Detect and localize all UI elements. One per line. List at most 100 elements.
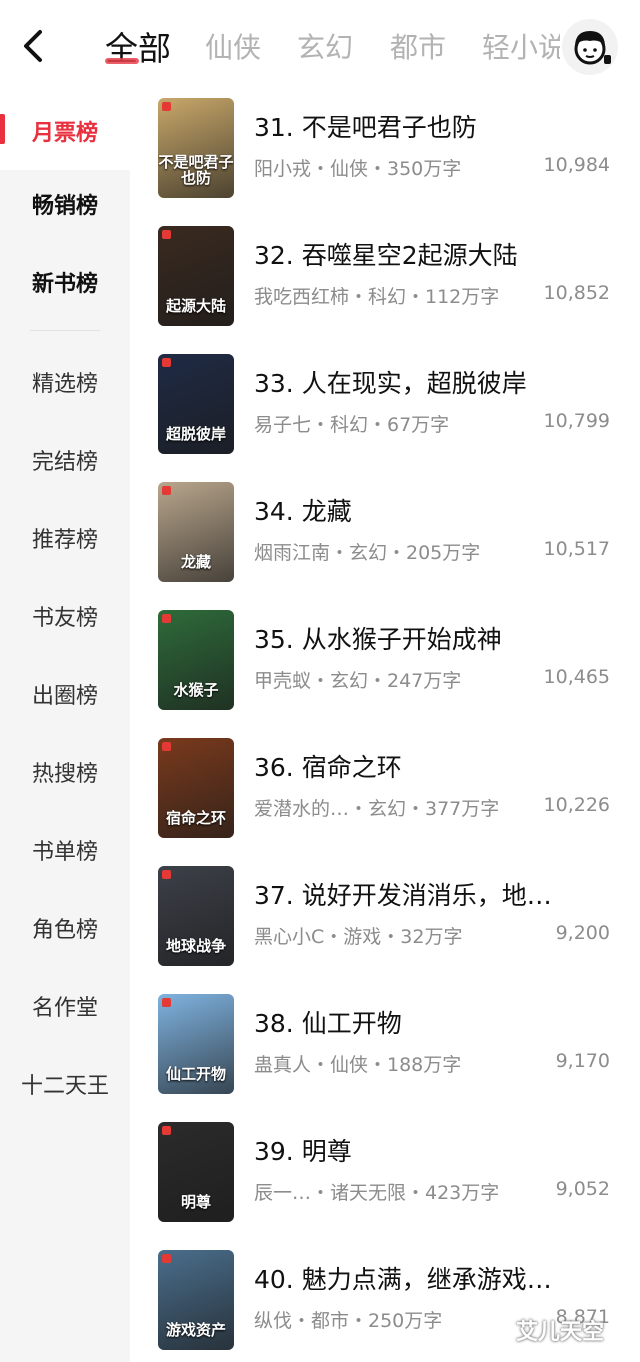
cover-title: 超脱彼岸: [165, 425, 226, 443]
book-row[interactable]: 水猴子 35. 从水猴子开始成神 甲壳蚁・玄幻・247万字 10,465: [130, 604, 640, 732]
tab-xianxia[interactable]: 仙侠: [205, 26, 261, 66]
book-cover[interactable]: 宿命之环: [158, 738, 234, 838]
category-tabs: 全部 仙侠 玄幻 都市 轻小说: [100, 0, 560, 92]
sidebar-item-characters[interactable]: 角色榜: [0, 889, 130, 967]
cover-title: 地球战争: [165, 937, 226, 955]
publisher-logo: [162, 486, 171, 495]
book-row[interactable]: 起源大陆 32. 吞噬星空2起源大陆 我吃西红柿・科幻・112万字 10,852: [130, 220, 640, 348]
active-indicator: [0, 114, 5, 144]
sidebar-item-bestseller[interactable]: 畅销榜: [0, 165, 130, 243]
user-avatar-icon: [574, 31, 611, 65]
book-row[interactable]: 地球战争 37. 说好开发消消乐，地… 黑心小C・游戏・32万字 9,200: [130, 860, 640, 988]
book-title: 35. 从水猴子开始成神: [254, 625, 502, 654]
book-meta: 纵伐・都市・250万字: [254, 1310, 443, 1332]
book-row[interactable]: 宿命之环 36. 宿命之环 爱潜水的…・玄幻・377万字 10,226: [130, 732, 640, 860]
publisher-logo: [162, 230, 171, 239]
publisher-logo: [162, 614, 171, 623]
book-title: 37. 说好开发消消乐，地…: [254, 881, 552, 910]
ticket-count: 10,984: [543, 154, 610, 176]
publisher-logo: [162, 358, 171, 367]
book-cover[interactable]: 起源大陆: [158, 226, 234, 326]
ticket-count: 10,517: [543, 538, 610, 560]
book-cover[interactable]: 游戏资产: [158, 1250, 234, 1350]
sidebar-item-label: 完结榜: [31, 450, 98, 475]
book-cover[interactable]: 龙藏: [158, 482, 234, 582]
book-row[interactable]: 不是吧君子也防 31. 不是吧君子也防 阳小戎・仙侠・350万字 10,984: [130, 92, 640, 220]
sidebar-item-featured[interactable]: 精选榜: [0, 343, 130, 421]
book-row[interactable]: 明尊 39. 明尊 辰一…・诸天无限・423万字 9,052: [130, 1116, 640, 1244]
book-cover[interactable]: 超脱彼岸: [158, 354, 234, 454]
sidebar-item-label: 书友榜: [31, 606, 98, 631]
book-row[interactable]: 超脱彼岸 33. 人在现实，超脱彼岸 易子七・科幻・67万字 10,799: [130, 348, 640, 476]
book-meta: 蛊真人・仙侠・188万字: [254, 1054, 462, 1076]
sidebar-item-label: 十二天王: [20, 1074, 109, 1099]
sidebar-item-hot-search[interactable]: 热搜榜: [0, 733, 130, 811]
sidebar-item-monthly-ticket[interactable]: 月票榜: [0, 92, 130, 170]
sidebar-item-breakout[interactable]: 出圈榜: [0, 655, 130, 733]
book-cover[interactable]: 仙工开物: [158, 994, 234, 1094]
book-row[interactable]: 龙藏 34. 龙藏 烟雨江南・玄幻・205万字 10,517: [130, 476, 640, 604]
publisher-logo: [162, 102, 171, 111]
book-title: 39. 明尊: [254, 1137, 352, 1166]
sidebar-item-label: 角色榜: [31, 918, 98, 943]
cover-title: 明尊: [180, 1193, 211, 1211]
book-ranking-list: 不是吧君子也防 31. 不是吧君子也防 阳小戎・仙侠・350万字 10,984 …: [130, 92, 640, 1362]
sidebar-item-label: 畅销榜: [31, 194, 98, 219]
cover-title: 游戏资产: [165, 1321, 226, 1339]
sidebar-item-readers[interactable]: 书友榜: [0, 577, 130, 655]
book-meta: 辰一…・诸天无限・423万字: [254, 1182, 500, 1204]
book-meta: 阳小戎・仙侠・350万字: [254, 158, 462, 180]
book-cover[interactable]: 明尊: [158, 1122, 234, 1222]
cover-title: 宿命之环: [165, 809, 226, 827]
active-tab-indicator: [105, 58, 139, 64]
tab-xuanhuan[interactable]: 玄幻: [297, 26, 353, 66]
back-button[interactable]: [14, 26, 50, 66]
sidebar-item-new-books[interactable]: 新书榜: [0, 243, 130, 321]
publisher-logo: [162, 870, 171, 879]
ticket-count: 9,200: [555, 922, 610, 944]
book-title: 36. 宿命之环: [254, 753, 402, 782]
sidebar-item-label: 热搜榜: [31, 762, 98, 787]
book-cover[interactable]: 不是吧君子也防: [158, 98, 234, 198]
cover-title: 水猴子: [173, 681, 219, 699]
ticket-count: 9,052: [555, 1178, 610, 1200]
book-row[interactable]: 仙工开物 38. 仙工开物 蛊真人・仙侠・188万字 9,170: [130, 988, 640, 1116]
tab-light-novel[interactable]: 轻小说: [482, 26, 560, 66]
publisher-logo: [162, 998, 171, 1007]
book-title: 34. 龙藏: [254, 497, 352, 526]
sidebar-item-label: 出圈榜: [31, 684, 98, 709]
tab-dushi[interactable]: 都市: [390, 26, 446, 66]
book-cover[interactable]: 地球战争: [158, 866, 234, 966]
ranking-sidebar: 月票榜 畅销榜 新书榜 精选榜 完结榜 推荐榜 书友榜 出圈榜 热搜榜 书单榜 …: [0, 92, 130, 1362]
ticket-count: 10,465: [543, 666, 610, 688]
publisher-logo: [162, 1254, 171, 1263]
top-bar: 全部 仙侠 玄幻 都市 轻小说: [0, 0, 640, 92]
publisher-logo: [162, 1126, 171, 1135]
publisher-logo: [162, 742, 171, 751]
sidebar-item-completed[interactable]: 完结榜: [0, 421, 130, 499]
book-meta: 易子七・科幻・67万字: [254, 414, 450, 436]
sidebar-item-label: 月票榜: [31, 121, 98, 146]
cover-title: 仙工开物: [165, 1065, 226, 1083]
sidebar-item-hall-of-fame[interactable]: 名作堂: [0, 967, 130, 1045]
book-meta: 我吃西红柿・科幻・112万字: [254, 286, 500, 308]
sidebar-item-booklist[interactable]: 书单榜: [0, 811, 130, 889]
book-cover[interactable]: 水猴子: [158, 610, 234, 710]
sidebar-item-twelve-kings[interactable]: 十二天王: [0, 1045, 130, 1123]
book-meta: 甲壳蚁・玄幻・247万字: [254, 670, 462, 692]
user-avatar-button[interactable]: [562, 19, 618, 75]
back-arrow-icon: [24, 30, 42, 62]
sidebar-divider: [30, 330, 100, 331]
sidebar-item-recommended[interactable]: 推荐榜: [0, 499, 130, 577]
sidebar-item-label: 推荐榜: [31, 528, 98, 553]
book-meta: 黑心小C・游戏・32万字: [254, 926, 463, 948]
cover-title: 龙藏: [180, 553, 211, 571]
book-title: 33. 人在现实，超脱彼岸: [254, 369, 527, 398]
sidebar-item-label: 新书榜: [31, 272, 98, 297]
book-title: 38. 仙工开物: [254, 1009, 402, 1038]
cover-title: 起源大陆: [165, 297, 226, 315]
book-meta: 烟雨江南・玄幻・205万字: [254, 542, 481, 564]
book-meta: 爱潜水的…・玄幻・377万字: [254, 798, 500, 820]
watermark: 艾儿天空: [516, 1320, 605, 1345]
ticket-count: 10,852: [543, 282, 610, 304]
